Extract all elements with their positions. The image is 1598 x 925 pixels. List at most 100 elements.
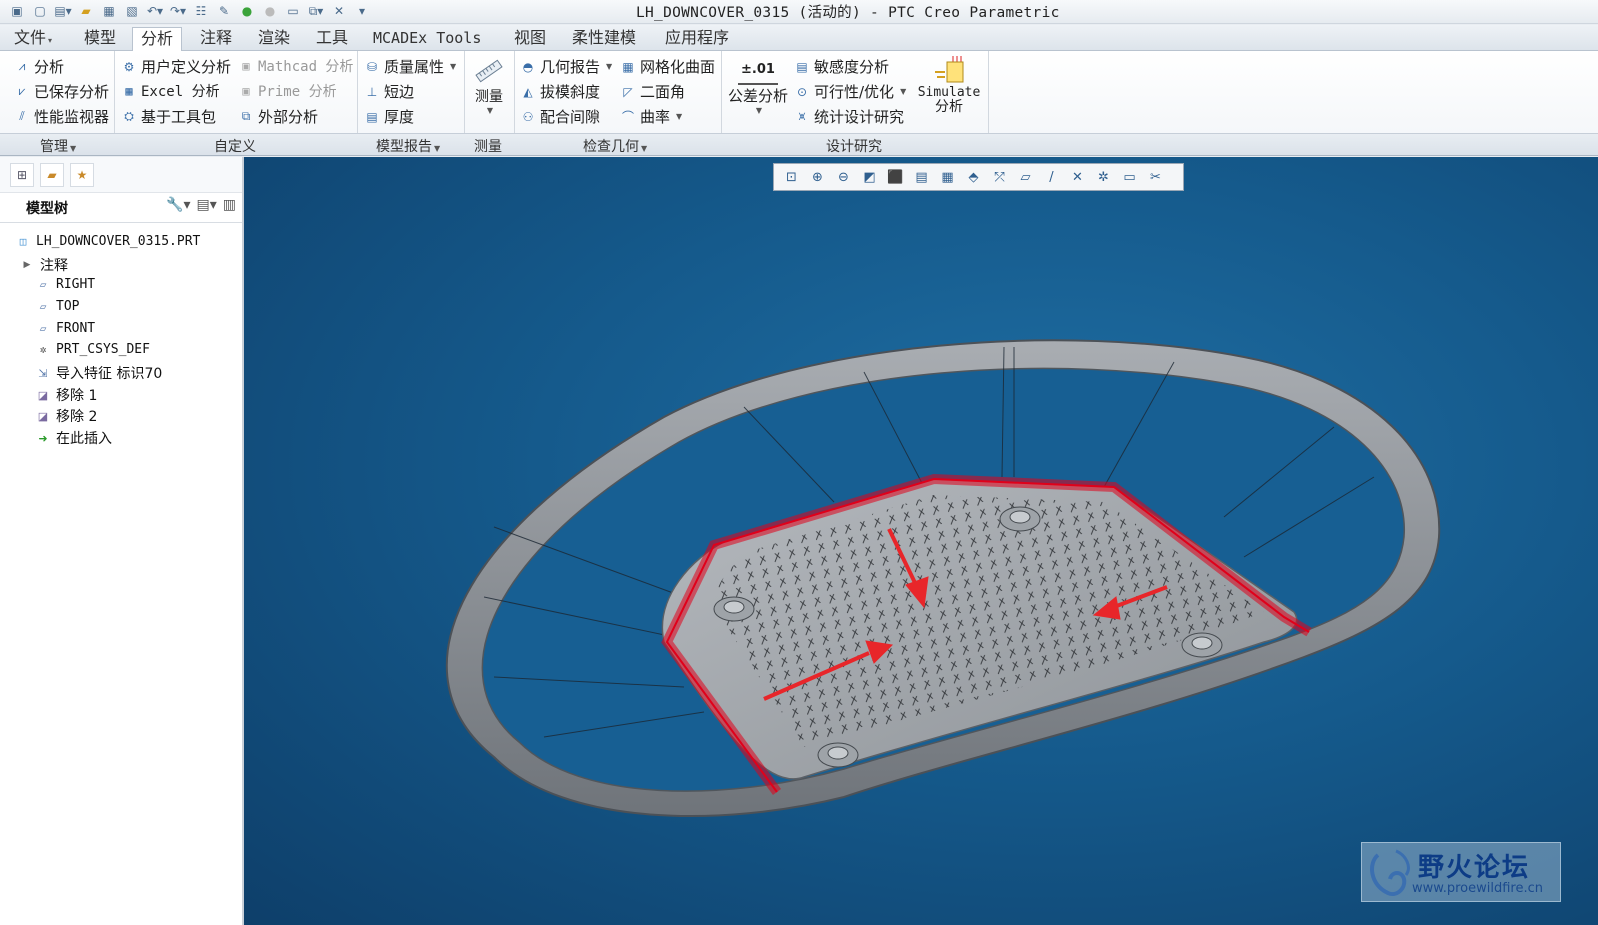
tree-item-front[interactable]: ▱ FRONT: [36, 321, 95, 336]
tab-annotate[interactable]: 注释: [192, 27, 240, 51]
forum-logo-icon: [1370, 849, 1410, 896]
prime-analysis-button[interactable]: ▣ Prime 分析: [238, 81, 336, 101]
close-window-icon[interactable]: ✕: [330, 2, 348, 20]
undo-icon[interactable]: ↶▾: [146, 2, 164, 20]
user-defined-analysis-button[interactable]: ⚙ 用户定义分析: [121, 56, 231, 77]
datum-plane-icon: ▱: [39, 300, 47, 313]
tab-view[interactable]: 视图: [506, 27, 554, 51]
spin-center-icon[interactable]: ✂: [1144, 166, 1167, 188]
measure-button[interactable]: 测量 ▼: [470, 56, 508, 115]
sensitivity-analysis-button[interactable]: ▤ 敏感度分析: [794, 56, 889, 77]
annotation-display-icon[interactable]: ▭: [1118, 166, 1141, 188]
external-analysis-button[interactable]: ⧉ 外部分析: [238, 106, 318, 127]
performance-monitor-button[interactable]: ⫽ 性能监视器: [14, 106, 109, 127]
geometry-report-button[interactable]: ◓ 几何报告 ▼: [520, 56, 612, 77]
datum-plane-icon: ▱: [39, 322, 47, 335]
tab-mcadex-tools[interactable]: MCADEx Tools: [365, 27, 489, 51]
remove-feature-icon: ◪: [37, 409, 49, 423]
simulate-analysis-button[interactable]: Simulate 分析: [915, 55, 983, 114]
forum-watermark: 野火论坛 www.proewildfire.cn: [1361, 842, 1561, 902]
tab-file[interactable]: 文件 ▾: [6, 27, 60, 51]
thickness-button[interactable]: ▤ 厚度: [364, 106, 414, 127]
tree-item-remove-2[interactable]: ◪ 移除 2: [36, 406, 98, 426]
expand-arrow-icon[interactable]: ▶: [20, 258, 34, 272]
saved-analysis-button[interactable]: ⩗ 已保存分析: [14, 81, 109, 102]
folder-browser-tab-icon[interactable]: ▰: [40, 162, 64, 187]
statistical-design-study-button[interactable]: ⩙ 统计设计研究: [794, 106, 904, 127]
csys-display-icon[interactable]: ✲: [1092, 166, 1115, 188]
tab-model[interactable]: 模型: [76, 27, 124, 51]
model-3d-view[interactable]: ꭗ: [244, 157, 1598, 925]
saved-analysis-icon: ⩗: [18, 84, 26, 98]
perspective-icon[interactable]: ⬘: [962, 166, 985, 188]
green-ball-icon[interactable]: ●: [238, 2, 256, 20]
display-style-icon[interactable]: ⬛: [884, 166, 907, 188]
navigator-tabs: ⊞ ▰ ★: [0, 157, 242, 193]
tab-analysis[interactable]: 分析: [132, 27, 183, 52]
curvature-button[interactable]: ⌒ 曲率 ▼: [620, 106, 682, 127]
mesh-surface-button[interactable]: ▦ 网格化曲面: [620, 56, 715, 77]
zoom-in-icon[interactable]: ⊕: [806, 166, 829, 188]
model-tree-tab-icon[interactable]: ⊞: [10, 162, 34, 187]
open-dropdown-icon[interactable]: ▤▾: [54, 2, 72, 20]
new-icon[interactable]: ▢: [31, 2, 49, 20]
graphics-toolbar: ⊡ ⊕ ⊖ ◩ ⬛ ▤ ▦ ⬘ ⤱ ▱ / ✕ ✲ ▭ ✂: [773, 163, 1184, 191]
feasibility-optimization-button[interactable]: ⊙ 可行性/优化 ▼: [794, 81, 906, 102]
tab-render[interactable]: 渲染: [250, 27, 298, 51]
tolerance-analysis-button[interactable]: ±.01 公差分析 ▼: [727, 55, 789, 116]
open-icon[interactable]: ▰: [77, 2, 95, 20]
axis-display-icon[interactable]: /: [1040, 166, 1063, 188]
mathcad-analysis-button[interactable]: ▣ Mathcad 分析: [238, 56, 353, 76]
refit-icon[interactable]: ⊡: [780, 166, 803, 188]
short-edge-button[interactable]: ⊥ 短边: [364, 81, 414, 102]
group-manage[interactable]: 管理 ▼: [40, 136, 76, 156]
save-copy-icon[interactable]: ▧: [123, 2, 141, 20]
switch-window-icon[interactable]: ⧉▾: [307, 2, 325, 20]
simulate-icon: [933, 55, 965, 85]
curvature-icon: ⌒: [621, 110, 634, 124]
clearance-button[interactable]: ⚇ 配合间隙: [520, 106, 600, 127]
tree-item-right[interactable]: ▱ RIGHT: [36, 277, 95, 292]
sensitivity-icon: ▤: [796, 59, 808, 74]
app-icon[interactable]: ▣: [8, 2, 26, 20]
view-manager-icon[interactable]: ▦: [936, 166, 959, 188]
tree-settings-icon[interactable]: 🔧▾: [166, 197, 190, 213]
tree-columns-icon[interactable]: ▥: [223, 197, 236, 213]
point-display-icon[interactable]: ✕: [1066, 166, 1089, 188]
saved-orientations-icon[interactable]: ▤: [910, 166, 933, 188]
plane-display-icon[interactable]: ▱: [1014, 166, 1037, 188]
dihedral-button[interactable]: ◸ 二面角: [620, 81, 685, 102]
favorites-tab-icon[interactable]: ★: [70, 162, 94, 187]
tree-item-top[interactable]: ▱ TOP: [36, 299, 80, 314]
excel-analysis-button[interactable]: ▦ Excel 分析: [121, 81, 219, 101]
tab-applications[interactable]: 应用程序: [657, 27, 737, 51]
group-model-report[interactable]: 模型报告 ▼: [376, 136, 440, 156]
watermark-url: www.proewildfire.cn: [1412, 881, 1543, 896]
draft-button[interactable]: ◭ 拔模斜度: [520, 81, 600, 102]
regenerate-icon[interactable]: ☷: [192, 2, 210, 20]
analysis-button[interactable]: ⩘ 分析: [14, 56, 64, 77]
toolkit-button[interactable]: ⛭ 基于工具包: [121, 106, 216, 127]
tree-item-insert-here[interactable]: ➜ 在此插入: [36, 428, 112, 448]
tree-item-part[interactable]: ◫ LH_DOWNCOVER_0315.PRT: [16, 234, 201, 249]
edit-icon[interactable]: ✎: [215, 2, 233, 20]
tree-item-csys[interactable]: ✲ PRT_CSYS_DEF: [36, 342, 150, 357]
repaint-icon[interactable]: ◩: [858, 166, 881, 188]
window-title: LH_DOWNCOVER_0315 (活动的) - PTC Creo Param…: [636, 5, 1060, 21]
tree-item-import-feature[interactable]: ⇲ 导入特征 标识70: [36, 363, 162, 383]
graphics-viewport[interactable]: ꭗ: [244, 157, 1598, 925]
zoom-out-icon[interactable]: ⊖: [832, 166, 855, 188]
redo-icon[interactable]: ↷▾: [169, 2, 187, 20]
datum-display-icon[interactable]: ⤱: [988, 166, 1011, 188]
tab-flexible-modeling[interactable]: 柔性建模: [564, 27, 644, 51]
customize-icon[interactable]: ▾: [353, 2, 371, 20]
tab-tools[interactable]: 工具: [308, 27, 356, 51]
gray-ball-icon[interactable]: ●: [261, 2, 279, 20]
window-icon[interactable]: ▭: [284, 2, 302, 20]
tree-show-icon[interactable]: ▤▾: [197, 197, 217, 213]
group-inspect-geometry[interactable]: 检查几何 ▼: [583, 136, 647, 156]
tree-item-annotations[interactable]: ▶ 注释: [20, 255, 68, 275]
save-icon[interactable]: ▦: [100, 2, 118, 20]
tree-item-remove-1[interactable]: ◪ 移除 1: [36, 385, 98, 405]
mass-properties-button[interactable]: ⛁ 质量属性 ▼: [364, 56, 456, 77]
